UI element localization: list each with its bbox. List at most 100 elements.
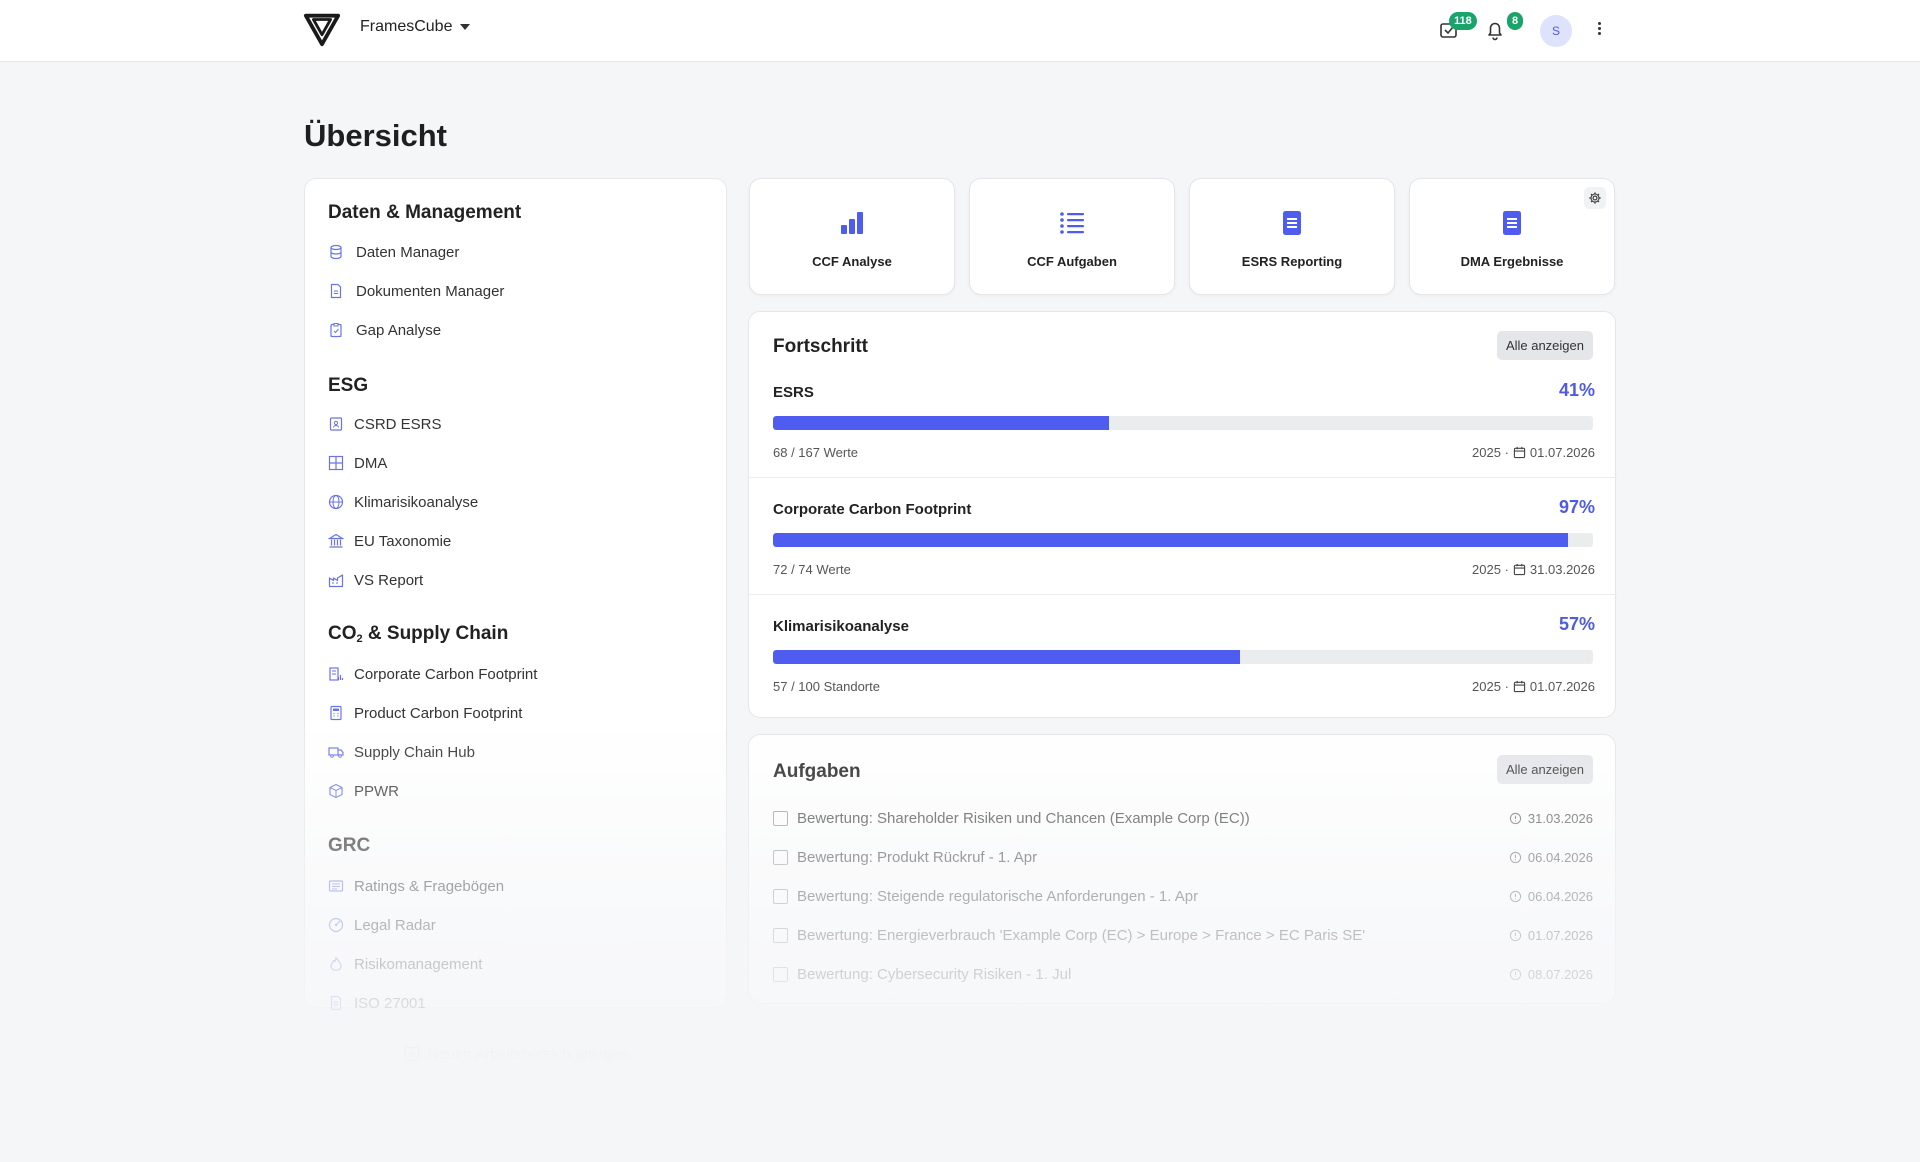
task-item[interactable]: Bewertung: Steigende regulatorische Anfo… — [773, 885, 1593, 907]
tile-ccf-analyse[interactable]: CCF Analyse — [749, 178, 955, 295]
tile-settings-button[interactable] — [1584, 187, 1606, 209]
progress-row-deadline: 2025 · 31.03.2026 — [1472, 562, 1595, 577]
tile-ccf-aufgaben[interactable]: CCF Aufgaben — [969, 178, 1175, 295]
progress-row-deadline: 2025 · 01.07.2026 — [1472, 679, 1595, 694]
task-item[interactable]: Bewertung: Shareholder Risiken und Chanc… — [773, 807, 1593, 829]
tasks-count-badge: 118 — [1449, 12, 1477, 30]
task-checkbox[interactable] — [773, 849, 788, 865]
workspace-switcher[interactable]: FramesCube — [360, 18, 471, 36]
task-label: Bewertung: Cybersecurity Risiken - 1. Ju… — [797, 965, 1072, 983]
bank-icon — [328, 533, 344, 548]
section-title-co2-supply-chain: CO2 & Supply Chain — [328, 623, 509, 645]
top-navbar: FramesCube 118 8 S — [0, 0, 1920, 62]
nav-item-label: EU Taxonomie — [354, 532, 452, 550]
nav-item-risikomanagement[interactable]: Risikomanagement — [328, 952, 482, 976]
nav-item-label: Gap Analyse — [356, 321, 442, 339]
progress-row-percent: 41% — [1558, 380, 1595, 400]
task-due-date: 31.03.2026 — [1509, 811, 1593, 826]
nav-item-label: CSRD ESRS — [354, 415, 442, 433]
section-title-grc: GRC — [328, 835, 371, 856]
certificate-icon — [330, 995, 342, 1011]
tasks-show-all-button[interactable]: Alle anzeigen — [1496, 755, 1593, 784]
row-divider — [749, 594, 1617, 595]
bar-chart-icon — [841, 212, 863, 234]
nav-item-product-carbon-footprint[interactable]: Product Carbon Footprint — [328, 701, 522, 725]
nav-item-supply-chain-hub[interactable]: Supply Chain Hub — [328, 740, 475, 764]
nav-item-label: Legal Radar — [354, 916, 436, 934]
progress-row-meta: 72 / 74 Werte — [773, 562, 851, 577]
questionnaire-icon — [328, 880, 344, 892]
list-icon — [1060, 212, 1084, 234]
nav-item-ratings-frageboegen[interactable]: Ratings & Fragebögen — [328, 874, 504, 898]
tile-esrs-reporting[interactable]: ESRS Reporting — [1189, 178, 1395, 295]
radar-icon — [328, 917, 344, 933]
tasks-card: Aufgaben Alle anzeigen Bewertung: Shareh… — [748, 734, 1616, 1004]
nav-item-csrd-esrs[interactable]: CSRD ESRS — [328, 412, 442, 436]
task-label: Bewertung: Shareholder Risiken und Chanc… — [797, 809, 1250, 827]
new-workspace-button[interactable]: Neuen Arbeitsbereich anlegen — [328, 1037, 704, 1071]
nav-item-daten-manager[interactable]: Daten Manager — [328, 240, 459, 264]
nav-item-label: Product Carbon Footprint — [354, 704, 523, 722]
nav-item-gap-analyse[interactable]: Gap Analyse — [328, 318, 441, 342]
nav-item-klimarisikoanalyse[interactable]: Klimarisikoanalyse — [328, 490, 478, 514]
caret-down-icon — [460, 24, 471, 30]
task-checkbox[interactable] — [773, 927, 788, 943]
nav-item-dma[interactable]: DMA — [328, 451, 387, 475]
nav-item-label: Daten Manager — [356, 243, 460, 261]
clock-icon — [1509, 812, 1522, 824]
progress-show-all-button[interactable]: Alle anzeigen — [1496, 331, 1593, 360]
workspace-name: FramesCube — [360, 18, 453, 35]
nav-item-eu-taxonomie[interactable]: EU Taxonomie — [328, 529, 451, 553]
nav-item-label: ISO 27001 — [354, 994, 426, 1012]
flame-icon — [330, 956, 342, 972]
nav-item-label: Dokumenten Manager — [356, 282, 505, 300]
nav-item-label: Klimarisikoanalyse — [354, 493, 479, 511]
task-item[interactable]: Bewertung: Cybersecurity Risiken - 1. Ju… — [773, 963, 1593, 985]
clock-icon — [1509, 929, 1522, 941]
tasks-title: Aufgaben — [773, 761, 861, 782]
task-checkbox[interactable] — [773, 966, 788, 982]
clock-icon — [1509, 851, 1522, 863]
document-icon — [330, 283, 342, 299]
calculator-icon — [330, 705, 342, 721]
nav-item-corporate-carbon-footprint[interactable]: Corporate Carbon Footprint — [328, 662, 537, 686]
factory-icon — [328, 574, 344, 588]
nav-item-ppwr[interactable]: PPWR — [328, 779, 399, 803]
nav-item-dokumenten-manager[interactable]: Dokumenten Manager — [328, 279, 504, 303]
notifications-count-badge: 8 — [1507, 12, 1524, 30]
progress-row-name: ESRS — [773, 384, 814, 401]
document-icon — [1283, 211, 1301, 235]
nav-item-label: Supply Chain Hub — [354, 743, 475, 761]
task-checkbox[interactable] — [773, 888, 788, 904]
plus-square-icon — [404, 1046, 419, 1062]
page-title: Übersicht — [304, 118, 447, 153]
new-workspace-label: Neuen Arbeitsbereich anlegen — [427, 1045, 629, 1063]
document-icon — [1503, 211, 1521, 235]
calendar-icon — [1513, 680, 1526, 693]
progress-row-name: Corporate Carbon Footprint — [773, 501, 972, 518]
grid-icon — [328, 455, 344, 471]
progress-bar-track — [773, 416, 1593, 430]
nav-item-legal-radar[interactable]: Legal Radar — [328, 913, 436, 937]
nav-item-label: PPWR — [354, 782, 399, 800]
nav-item-vs-report[interactable]: VS Report — [328, 568, 423, 592]
user-avatar[interactable]: S — [1540, 15, 1572, 47]
nav-item-label: Ratings & Fragebögen — [354, 877, 505, 895]
clipboard-icon — [330, 323, 342, 338]
progress-bar-track — [773, 533, 1593, 547]
nav-item-label: Corporate Carbon Footprint — [354, 665, 538, 683]
nav-item-iso-27001[interactable]: ISO 27001 — [328, 991, 426, 1015]
task-checkbox[interactable] — [773, 810, 788, 826]
tile-dma-ergebnisse[interactable]: DMA Ergebnisse — [1409, 178, 1615, 295]
framescube-logo[interactable] — [303, 10, 341, 48]
more-vertical-icon[interactable] — [1593, 20, 1605, 42]
task-item[interactable]: Bewertung: Produkt Rückruf - 1. Apr 06.0… — [773, 846, 1593, 868]
task-due-date: 01.07.2026 — [1509, 928, 1593, 943]
bell-icon[interactable] — [1483, 18, 1507, 42]
workspace-navigation-panel: Daten & Management Daten Manager Dokumen… — [304, 178, 727, 1071]
task-item[interactable]: Bewertung: Energieverbrauch 'Example Cor… — [773, 924, 1593, 946]
progress-bar-fill — [773, 416, 1110, 430]
tile-label: CCF Analyse — [812, 254, 892, 269]
progress-bar-fill — [773, 533, 1569, 547]
database-icon — [330, 244, 342, 260]
